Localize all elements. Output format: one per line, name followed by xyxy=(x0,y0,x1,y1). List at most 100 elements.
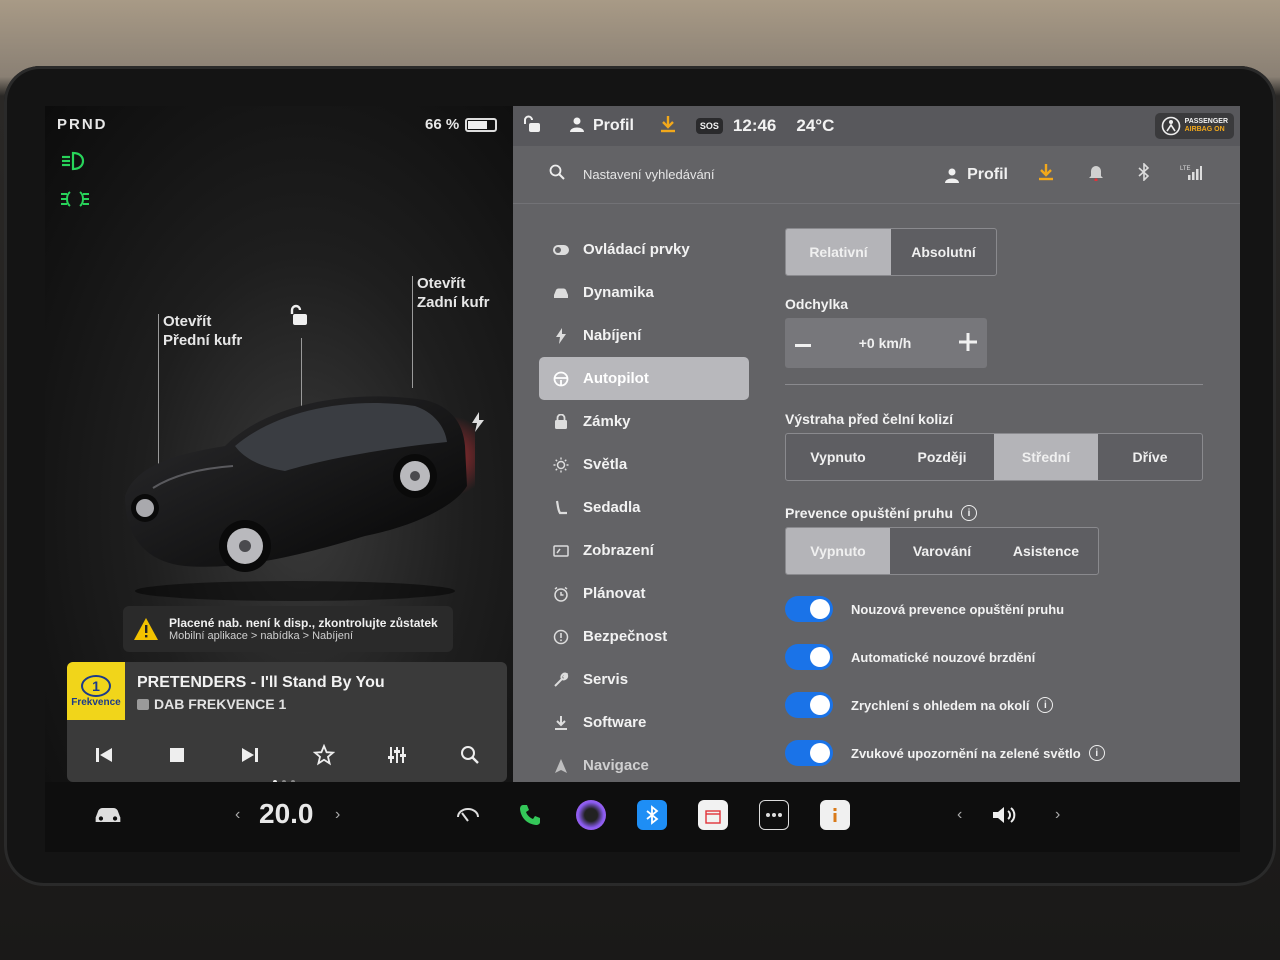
open-trunk-button[interactable]: Otevřít Zadní kufr xyxy=(417,274,490,312)
lane-departure-heading: Prevence opuštění pruhu i xyxy=(785,505,1205,521)
toggle-switch[interactable] xyxy=(785,692,833,718)
calendar-icon[interactable] xyxy=(698,800,728,830)
bluetooth-icon[interactable] xyxy=(1138,162,1150,186)
temp-down-button[interactable]: ‹ xyxy=(235,806,240,824)
next-track-button[interactable] xyxy=(237,742,263,768)
lane-departure-option[interactable]: Vypnuto xyxy=(786,528,890,574)
low-beam-icon xyxy=(59,150,87,172)
fcw-option[interactable]: Později xyxy=(890,434,994,480)
sidebar-item-label: Servis xyxy=(583,671,629,688)
bolt-icon xyxy=(553,327,569,344)
sidebar-item-nabijeni[interactable]: Nabíjení xyxy=(539,314,749,357)
clock: 12:46 xyxy=(732,116,777,135)
car-icon[interactable] xyxy=(93,800,123,830)
sidebar-item-autopilot[interactable]: Autopilot xyxy=(539,357,749,400)
cabin-temperature[interactable]: 20.0 xyxy=(259,798,314,830)
phone-icon[interactable] xyxy=(515,800,545,830)
info-icon[interactable]: i xyxy=(961,505,978,521)
volume-up-button[interactable]: › xyxy=(1055,806,1060,824)
sidebar-item-sedadla[interactable]: Sedadla xyxy=(539,486,749,529)
warning-title: Placené nab. není k disp., zkontrolujte … xyxy=(169,616,438,630)
lane-departure-option[interactable]: Varování xyxy=(890,528,994,574)
unlock-icon[interactable] xyxy=(289,304,309,326)
info-icon[interactable]: i xyxy=(1037,697,1054,713)
profile-icon[interactable] xyxy=(569,116,585,137)
stop-button[interactable] xyxy=(164,742,190,768)
sidebar-item-dynamika[interactable]: Dynamika xyxy=(539,271,749,314)
fcw-option[interactable]: Vypnuto xyxy=(786,434,890,480)
wrench-icon xyxy=(553,672,569,688)
info-icon[interactable]: i xyxy=(1088,745,1105,761)
bottom-dock: ‹ 20.0 › ‹ › xyxy=(45,782,1240,852)
car-status-panel: PRND 66 % Otevřít Přední kufr Otevřít Za… xyxy=(45,106,513,784)
sidebar-item-planovat[interactable]: Plánovat xyxy=(539,572,749,615)
divider xyxy=(785,384,1203,385)
temp-up-button[interactable]: › xyxy=(335,806,340,824)
sidebar-item-zobrazeni[interactable]: Zobrazení xyxy=(539,529,749,572)
lane-departure-option[interactable]: Asistence xyxy=(994,528,1098,574)
steering-wheel-icon xyxy=(553,371,569,387)
sidebar-item-bezpecnost[interactable]: Bezpečnost xyxy=(539,615,749,658)
sidebar-item-svetla[interactable]: Světla xyxy=(539,443,749,486)
manual-info-icon[interactable] xyxy=(820,800,850,830)
settings-search-input[interactable]: Nastavení vyhledávání xyxy=(583,167,715,182)
trunk-callout-line xyxy=(412,276,413,388)
sidebar-item-software[interactable]: Software xyxy=(539,701,749,744)
fcw-option[interactable]: Střední xyxy=(994,434,1098,480)
station-name: DAB FREKVENCE 1 xyxy=(154,696,287,712)
display-icon xyxy=(553,543,569,559)
search-icon xyxy=(549,164,565,185)
sidebar-item-zamky[interactable]: Zámky xyxy=(539,400,749,443)
sidebar-item-servis[interactable]: Servis xyxy=(539,658,749,701)
download-icon[interactable] xyxy=(1038,163,1054,186)
charging-warning-banner[interactable]: Placené nab. není k disp., zkontrolujte … xyxy=(123,606,453,652)
offset-mode-option[interactable]: Relativní xyxy=(786,229,891,275)
sidebar-item-label: Bezpečnost xyxy=(583,628,668,645)
sidebar-item-label: Autopilot xyxy=(583,370,649,387)
seat-icon xyxy=(553,500,569,516)
sidebar-item-label: Plánovat xyxy=(583,585,646,602)
media-player[interactable]: 1 Frekvence PRETENDERS - I'll Stand By Y… xyxy=(67,662,507,782)
volume-down-button[interactable]: ‹ xyxy=(957,806,962,824)
profile-button[interactable]: Profil xyxy=(593,117,634,135)
favorite-star-icon[interactable] xyxy=(311,742,337,768)
station-name-row: DAB FREKVENCE 1 xyxy=(137,696,286,712)
open-frunk-button[interactable]: Otevřít Přední kufr xyxy=(163,312,242,350)
frunk-label-line2: Přední kufr xyxy=(163,332,243,349)
charge-port-icon[interactable] xyxy=(471,412,485,437)
more-apps-icon[interactable] xyxy=(759,800,789,830)
wiper-icon[interactable] xyxy=(453,800,483,830)
previous-track-button[interactable] xyxy=(91,742,117,768)
airbag-icon xyxy=(1161,116,1180,136)
camera-icon[interactable] xyxy=(576,800,606,830)
car-icon xyxy=(553,285,569,301)
fcw-option[interactable]: Dříve xyxy=(1098,434,1202,480)
toggle-label-row: Zvukové upozornění na zelené světlo i xyxy=(851,745,1105,761)
increase-offset-button[interactable] xyxy=(959,332,977,354)
settings-panel: Nastavení vyhledávání Profil LTE Ovládac… xyxy=(513,146,1240,782)
sos-button[interactable]: SOS xyxy=(695,118,723,134)
toggle-switch[interactable] xyxy=(785,596,833,622)
update-download-icon[interactable] xyxy=(660,115,676,138)
volume-icon[interactable] xyxy=(991,800,1021,830)
notification-bell-icon[interactable] xyxy=(1088,163,1104,186)
navigation-icon xyxy=(553,758,569,774)
header-profile-button[interactable]: Profil xyxy=(945,166,1008,184)
sidebar-item-navigace[interactable]: Navigace xyxy=(539,744,749,787)
warning-icon xyxy=(134,618,158,640)
offset-mode-option[interactable]: Absolutní xyxy=(891,229,996,275)
equalizer-icon[interactable] xyxy=(384,742,410,768)
toggle-switch[interactable] xyxy=(785,644,833,670)
sidebar-item-ovladaci-prvky[interactable]: Ovládací prvky xyxy=(539,228,749,271)
sidebar-item-label: Zobrazení xyxy=(583,542,654,559)
sidebar-item-label: Nabíjení xyxy=(583,327,642,344)
lane-departure-selector: Vypnuto Varování Asistence xyxy=(785,527,1099,575)
offset-label: Odchylka xyxy=(785,296,849,312)
bluetooth-app-icon[interactable] xyxy=(637,800,667,830)
search-icon[interactable] xyxy=(457,742,483,768)
lock-status-icon[interactable] xyxy=(523,115,541,138)
lane-departure-label: Prevence opuštění pruhu xyxy=(785,505,954,521)
decrease-offset-button[interactable] xyxy=(795,335,811,351)
toggle-switch[interactable] xyxy=(785,740,833,766)
warning-subtitle: Mobilní aplikace > nabídka > Nabíjení xyxy=(169,630,354,642)
